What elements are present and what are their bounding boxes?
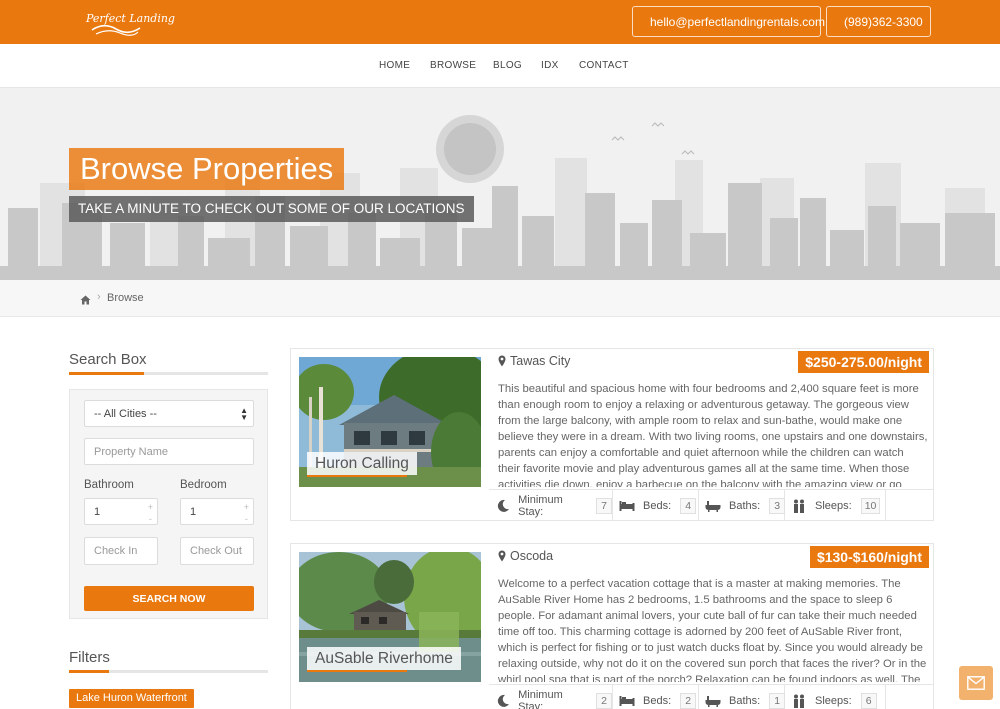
- price-badge: $250-275.00/night: [798, 351, 929, 373]
- property-stats: Minimum Stay: 2 Beds: 2 Baths: 1 Sleeps:…: [489, 684, 933, 709]
- nav-idx[interactable]: IDX: [541, 60, 559, 71]
- map-marker-icon: [498, 550, 506, 562]
- min-stay-value: 2: [596, 692, 612, 709]
- search-form: -- All Cities -- ▲ ▼ Property Name Bathro…: [69, 389, 268, 619]
- beds-value: 4: [680, 497, 697, 514]
- site-logo[interactable]: Perfect Landing: [86, 8, 175, 38]
- breadcrumb-current: Browse: [107, 292, 144, 304]
- page-title: Browse Properties: [69, 148, 345, 190]
- select-arrows-icon: ▲ ▼: [240, 405, 248, 422]
- property-name-placeholder: Property Name: [94, 445, 168, 458]
- stepper-arrows-icon[interactable]: + -: [148, 501, 153, 525]
- min-stay-stat: Minimum Stay: 2: [489, 685, 613, 709]
- chevron-right-icon: ›: [97, 291, 101, 303]
- property-description: This beautiful and spacious home with fo…: [498, 383, 928, 487]
- heading-underline: [69, 372, 268, 375]
- baths-label: Baths:: [729, 694, 761, 707]
- price-badge: $130-$160/night: [809, 546, 929, 568]
- beds-label: Beds:: [643, 694, 672, 707]
- email-button[interactable]: hello@perfectlandingrentals.com: [632, 6, 825, 37]
- people-icon: [791, 693, 807, 709]
- nav-contact[interactable]: CONTACT: [579, 60, 629, 71]
- beds-label: Beds:: [643, 499, 672, 512]
- bathtub-icon: [705, 693, 721, 709]
- bathroom-value: 1: [94, 505, 101, 518]
- property-photo[interactable]: AuSable Riverhome: [299, 552, 481, 682]
- city-select-value: -- All Cities --: [94, 407, 157, 420]
- bedroom-label: Bedroom: [180, 479, 227, 491]
- top-bar: Perfect Landing hello@perfectlandingrent…: [0, 0, 1000, 44]
- baths-value: 1: [769, 692, 786, 709]
- bed-icon: [619, 498, 635, 514]
- min-stay-label: Minimum Stay:: [518, 688, 563, 709]
- city-select[interactable]: -- All Cities -- ▲ ▼: [84, 400, 254, 427]
- filters-heading: Filters: [69, 649, 110, 666]
- baths-stat: Baths: 1: [699, 685, 786, 709]
- sleeps-value: 6: [860, 692, 877, 709]
- listing-card[interactable]: Huron Calling Tawas City $250-275.00/nig…: [290, 348, 934, 521]
- sleeps-value: 10: [860, 497, 881, 514]
- baths-label: Baths:: [729, 499, 761, 512]
- check-in-input[interactable]: Check In: [84, 537, 158, 565]
- nav-browse[interactable]: BROWSE: [430, 60, 476, 71]
- map-marker-icon: [498, 355, 506, 367]
- hero-banner: Browse Properties TAKE A MINUTE TO CHECK…: [0, 88, 1000, 280]
- home-icon[interactable]: [80, 292, 91, 310]
- search-box-heading: Search Box: [69, 351, 147, 368]
- heading-underline: [69, 670, 268, 673]
- min-stay-stat: Minimum Stay: 7: [489, 490, 613, 520]
- bedroom-stepper[interactable]: 1 + -: [180, 498, 254, 525]
- property-name[interactable]: Huron Calling: [307, 452, 417, 475]
- beds-value: 2: [680, 692, 697, 709]
- people-icon: [791, 498, 807, 514]
- caption-underline: [307, 670, 407, 672]
- moon-icon: [495, 498, 510, 514]
- property-name[interactable]: AuSable Riverhome: [307, 647, 461, 670]
- sleeps-label: Sleeps:: [815, 499, 852, 512]
- check-out-placeholder: Check Out: [190, 545, 242, 557]
- bathtub-icon: [705, 498, 721, 514]
- breadcrumb: › Browse: [0, 280, 1000, 317]
- sleeps-stat: Sleeps: 6: [785, 685, 886, 709]
- beds-stat: Beds: 4: [613, 490, 699, 520]
- envelope-icon: [967, 676, 985, 690]
- moon-icon: [495, 693, 510, 709]
- property-location: Oscoda: [498, 549, 553, 563]
- bedroom-value: 1: [190, 505, 197, 518]
- check-out-input[interactable]: Check Out: [180, 537, 254, 565]
- property-stats: Minimum Stay: 7 Beds: 4 Baths: 3 Sleeps:…: [489, 489, 933, 520]
- logo-wave-icon: [91, 24, 141, 36]
- property-photo[interactable]: Huron Calling: [299, 357, 481, 487]
- min-stay-value: 7: [596, 497, 612, 514]
- main-nav: HOME BROWSE BLOG IDX CONTACT: [0, 44, 1000, 88]
- nav-blog[interactable]: BLOG: [493, 60, 522, 71]
- search-now-button[interactable]: SEARCH NOW: [84, 586, 254, 611]
- check-in-placeholder: Check In: [94, 545, 138, 557]
- property-name-input[interactable]: Property Name: [84, 438, 254, 465]
- nav-home[interactable]: HOME: [379, 60, 410, 71]
- sleeps-stat: Sleeps: 10: [785, 490, 886, 520]
- stepper-arrows-icon[interactable]: + -: [244, 501, 249, 525]
- bed-icon: [619, 693, 635, 709]
- property-description: Welcome to a perfect vacation cottage th…: [498, 578, 927, 682]
- email-address: hello@perfectlandingrentals.com: [650, 14, 825, 29]
- listing-card[interactable]: AuSable Riverhome Oscoda $130-$160/night…: [290, 543, 934, 709]
- baths-stat: Baths: 3: [699, 490, 786, 520]
- baths-value: 3: [769, 497, 786, 514]
- bathroom-stepper[interactable]: 1 + -: [84, 498, 158, 525]
- filter-tag[interactable]: Lake Huron Waterfront: [69, 689, 194, 708]
- property-location: Tawas City: [498, 354, 570, 368]
- sleeps-label: Sleeps:: [815, 694, 852, 707]
- bathroom-label: Bathroom: [84, 479, 134, 491]
- message-widget-button[interactable]: [959, 666, 993, 700]
- phone-button[interactable]: (989)362-3300: [826, 6, 931, 37]
- caption-underline: [307, 475, 407, 477]
- location-text: Oscoda: [510, 549, 554, 563]
- beds-stat: Beds: 2: [613, 685, 699, 709]
- page-subtitle: TAKE A MINUTE TO CHECK OUT SOME OF OUR L…: [69, 196, 474, 222]
- phone-number: (989)362-3300: [844, 14, 923, 29]
- min-stay-label: Minimum Stay:: [518, 493, 563, 518]
- location-text: Tawas City: [510, 354, 571, 368]
